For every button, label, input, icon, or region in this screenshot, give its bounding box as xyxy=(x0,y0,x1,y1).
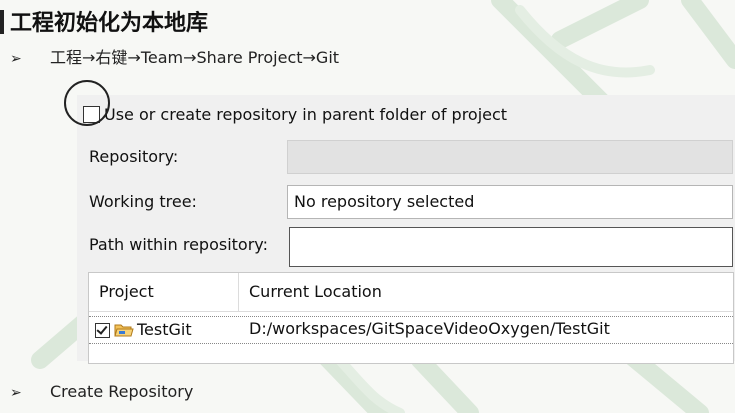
project-cell: TestGit xyxy=(89,317,239,343)
create-repository-text: Create Repository xyxy=(50,382,194,401)
parent-folder-option[interactable]: Use or create repository in parent folde… xyxy=(83,105,507,124)
create-repository-bullet: ➢ Create Repository xyxy=(10,382,193,401)
parent-folder-checkbox-label: Use or create repository in parent folde… xyxy=(104,105,508,124)
step-bullet: ➢ 工程→右键→Team→Share Project→Git xyxy=(10,44,339,68)
bullet-arrow-icon: ➢ xyxy=(10,385,22,401)
title-marker xyxy=(0,10,4,34)
repository-label: Repository: xyxy=(89,147,178,166)
working-tree-label: Working tree: xyxy=(89,192,197,211)
repository-field[interactable] xyxy=(287,140,733,174)
step-instructions: 工程→右键→Team→Share Project→Git xyxy=(50,48,340,67)
projects-table: Project Current Location TestGit D:/work… xyxy=(88,272,734,364)
working-tree-field[interactable]: No repository selected xyxy=(287,185,733,219)
project-checkbox[interactable] xyxy=(95,322,110,338)
project-location: D:/workspaces/GitSpaceVideoOxygen/TestGi… xyxy=(249,319,610,338)
slide-title: 工程初始化为本地库 xyxy=(10,11,209,36)
table-header: Project Current Location xyxy=(89,273,733,312)
repository-label-text: Repository: xyxy=(89,147,179,166)
path-within-repository-label: Path within repository: xyxy=(89,235,268,254)
bullet-arrow-icon: ➢ xyxy=(10,51,22,67)
column-header-current-location[interactable]: Current Location xyxy=(239,273,382,311)
column-header-project[interactable]: Project xyxy=(89,273,239,311)
project-name: TestGit xyxy=(137,320,192,339)
share-project-dialog: Use or create repository in parent folde… xyxy=(77,95,735,364)
table-row[interactable]: TestGit D:/workspaces/GitSpaceVideoOxyge… xyxy=(89,316,733,344)
path-within-repository-field[interactable] xyxy=(289,227,733,267)
folder-icon xyxy=(114,324,134,337)
parent-folder-checkbox[interactable] xyxy=(83,106,100,123)
